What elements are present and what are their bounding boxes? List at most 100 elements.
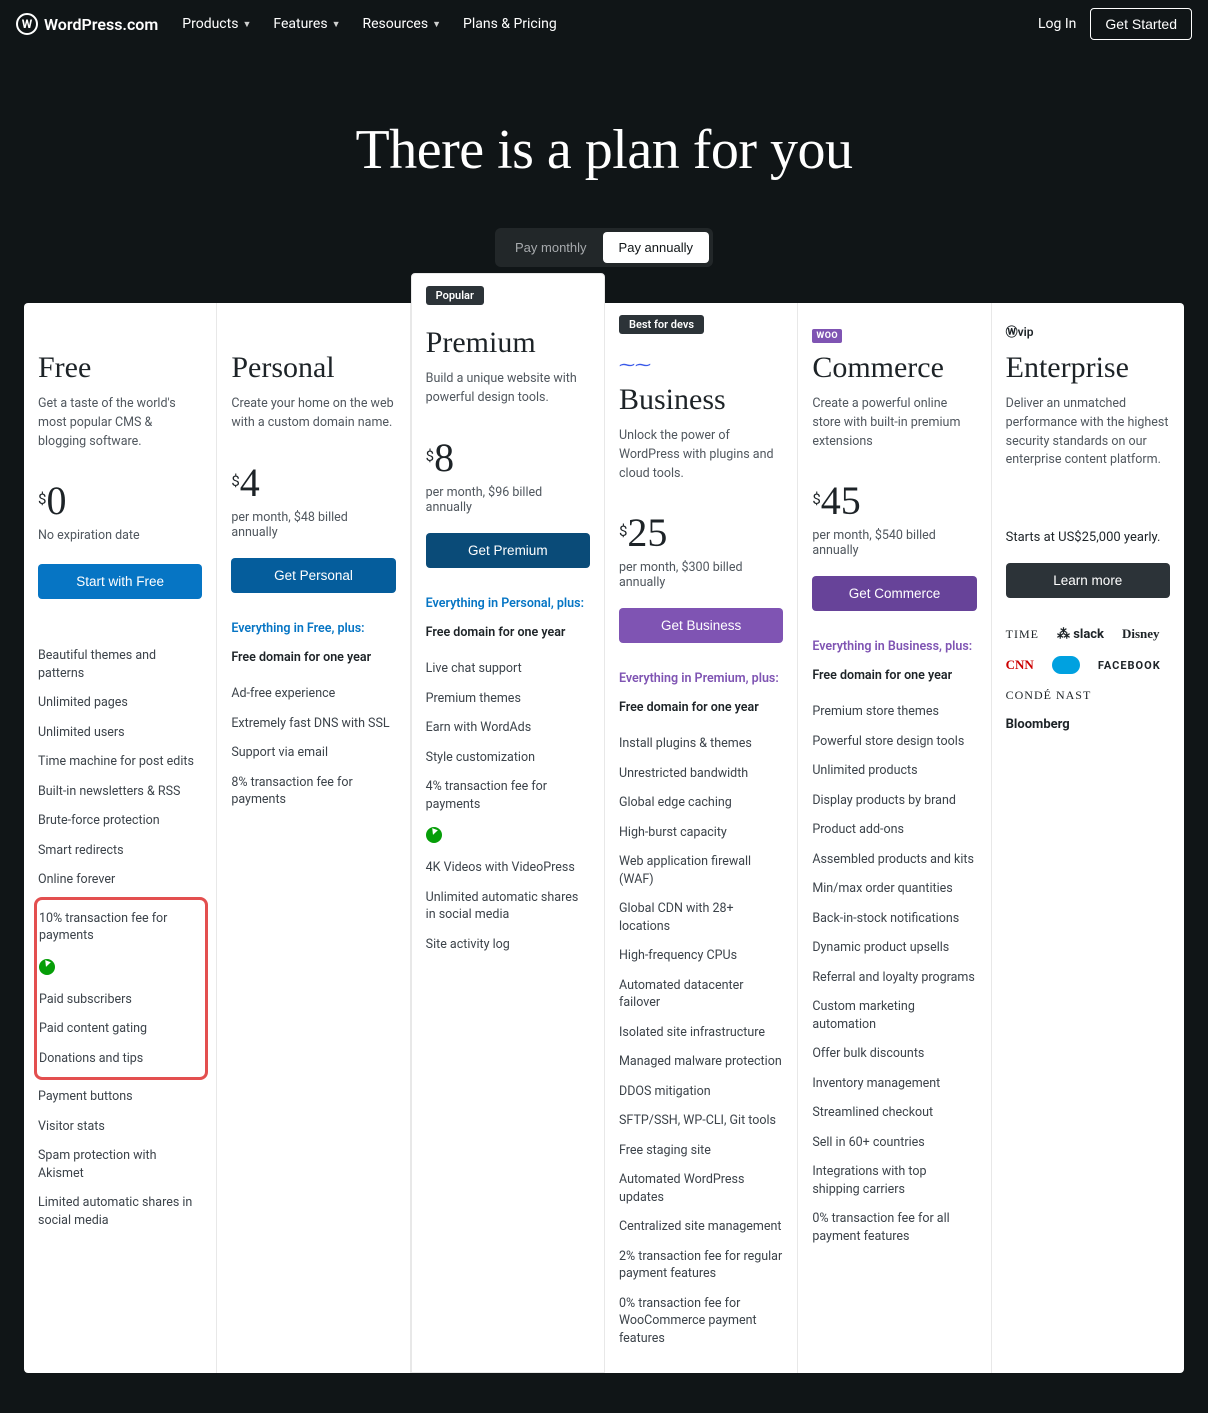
plan-name: Commerce	[812, 351, 976, 385]
price-note: per month, $300 billed annually	[619, 560, 783, 590]
plan-free: Free Get a taste of the world's most pop…	[24, 303, 217, 1373]
brand-disney: Disney	[1122, 626, 1160, 642]
inherits-label: Everything in Personal, plus:	[426, 596, 590, 611]
list-item: Unrestricted bandwidth	[619, 759, 783, 789]
inherits-label: Everything in Premium, plus:	[619, 671, 783, 686]
list-item: High-burst capacity	[619, 818, 783, 848]
nav-items: Products▼ Features▼ Resources▼ Plans & P…	[182, 16, 557, 32]
feature-list: Beautiful themes and patterns Unlimited …	[38, 641, 202, 895]
login-link[interactable]: Log In	[1038, 16, 1076, 32]
list-item: Donations and tips	[39, 1044, 199, 1074]
wpvip-icon: Ⓦvip	[1006, 323, 1170, 345]
jetpack-icon	[426, 827, 442, 843]
brand-name: WordPress.com	[44, 15, 158, 34]
wordpress-icon: W	[16, 13, 38, 35]
list-item: 4K Videos with VideoPress	[426, 853, 590, 883]
nav-right: Log In Get Started	[1038, 8, 1192, 40]
cta-business[interactable]: Get Business	[619, 608, 783, 643]
inherits-label: Everything in Business, plus:	[812, 639, 976, 654]
list-item: Product add-ons	[812, 815, 976, 845]
list-item: Limited automatic shares in social media	[38, 1188, 202, 1235]
list-item: Sell in 60+ countries	[812, 1128, 976, 1158]
list-item: Ad-free experience	[231, 679, 395, 709]
nav-products[interactable]: Products▼	[182, 16, 251, 32]
pricing-plans: Free Get a taste of the world's most pop…	[24, 303, 1184, 1373]
list-item: Global CDN with 28+ locations	[619, 894, 783, 941]
list-item: Live chat support	[426, 654, 590, 684]
list-item: Style customization	[426, 743, 590, 773]
nav-plans-pricing[interactable]: Plans & Pricing	[463, 16, 557, 32]
get-started-button[interactable]: Get Started	[1090, 8, 1192, 40]
free-domain: Free domain for one year	[231, 650, 395, 665]
list-item: Inventory management	[812, 1069, 976, 1099]
feature-list: Ad-free experience Extremely fast DNS wi…	[231, 679, 395, 815]
list-item: Payment buttons	[38, 1082, 202, 1112]
list-item: Automated datacenter failover	[619, 971, 783, 1018]
plan-price: 4	[240, 459, 260, 506]
free-domain: Free domain for one year	[426, 625, 590, 640]
list-item: Display products by brand	[812, 786, 976, 816]
chevron-down-icon: ▼	[332, 19, 341, 30]
list-item: SFTP/SSH, WP-CLI, Git tools	[619, 1106, 783, 1136]
brand-cnn: CNN	[1006, 657, 1034, 673]
list-item: Free staging site	[619, 1136, 783, 1166]
list-item: Site activity log	[426, 930, 590, 960]
woo-icon: WOO	[812, 329, 842, 343]
plan-personal: Personal Create your home on the web wit…	[217, 303, 410, 1373]
feature-list: Live chat support Premium themes Earn wi…	[426, 654, 590, 819]
plan-name: Premium	[426, 326, 590, 360]
list-item: Spam protection with Akismet	[38, 1141, 202, 1188]
toggle-monthly[interactable]: Pay monthly	[499, 232, 603, 263]
list-item: DDOS mitigation	[619, 1077, 783, 1107]
nav-resources[interactable]: Resources▼	[362, 16, 441, 32]
list-item: Unlimited products	[812, 756, 976, 786]
plan-description: Get a taste of the world's most popular …	[38, 395, 202, 451]
list-item: Premium themes	[426, 684, 590, 714]
plan-description: Create a powerful online store with buil…	[812, 395, 976, 451]
cta-commerce[interactable]: Get Commerce	[812, 576, 976, 611]
plan-name: Enterprise	[1006, 351, 1170, 385]
list-item: 4% transaction fee for payments	[426, 772, 590, 819]
hero: There is a plan for you Pay monthly Pay …	[0, 48, 1208, 303]
wp-squiggle-icon: ⁓⁓	[619, 355, 783, 377]
list-item: Install plugins & themes	[619, 729, 783, 759]
list-item: Online forever	[38, 865, 202, 895]
list-item: 0% transaction fee for WooCommerce payme…	[619, 1289, 783, 1354]
list-item: 10% transaction fee for payments	[39, 904, 199, 951]
cta-personal[interactable]: Get Personal	[231, 558, 395, 593]
plan-enterprise: Ⓦvip Enterprise Deliver an unmatched per…	[992, 303, 1184, 1373]
logo[interactable]: W WordPress.com	[16, 13, 158, 35]
list-item: Unlimited pages	[38, 688, 202, 718]
toggle-annually[interactable]: Pay annually	[603, 232, 709, 263]
list-item: Smart redirects	[38, 836, 202, 866]
best-for-devs-tag: Best for devs	[619, 315, 704, 334]
cta-free[interactable]: Start with Free	[38, 564, 202, 599]
cta-enterprise[interactable]: Learn more	[1006, 563, 1170, 598]
price-note: Starts at US$25,000 yearly.	[1006, 530, 1170, 545]
list-item: Global edge caching	[619, 788, 783, 818]
list-item: Paid content gating	[39, 1014, 199, 1044]
list-item: 8% transaction fee for payments	[231, 768, 395, 815]
list-item: Offer bulk discounts	[812, 1039, 976, 1069]
plan-description: Build a unique website with powerful des…	[426, 370, 590, 408]
list-item: Paid subscribers	[39, 985, 199, 1015]
brand-condenast: CONDÉ NAST	[1006, 688, 1092, 703]
plan-price: 0	[46, 477, 66, 524]
plan-name: Free	[38, 351, 202, 385]
list-item: Beautiful themes and patterns	[38, 641, 202, 688]
list-item: Unlimited automatic shares in social med…	[426, 883, 590, 930]
price-note: per month, $540 billed annually	[812, 528, 976, 558]
plan-description: Deliver an unmatched performance with th…	[1006, 395, 1170, 470]
list-item: Streamlined checkout	[812, 1098, 976, 1128]
list-item: Web application firewall (WAF)	[619, 847, 783, 894]
nav-features[interactable]: Features▼	[273, 16, 340, 32]
plan-description: Unlock the power of WordPress with plugi…	[619, 427, 783, 483]
brand-salesforce	[1052, 656, 1080, 674]
price-note: per month, $48 billed annually	[231, 510, 395, 540]
brand-logos: TIME ⁂ slack Disney CNN FACEBOOK CONDÉ N…	[1006, 626, 1170, 732]
billing-toggle: Pay monthly Pay annually	[495, 228, 713, 267]
free-domain: Free domain for one year	[619, 700, 783, 715]
list-item: Assembled products and kits	[812, 845, 976, 875]
cta-premium[interactable]: Get Premium	[426, 533, 590, 568]
list-item: Extremely fast DNS with SSL	[231, 709, 395, 739]
